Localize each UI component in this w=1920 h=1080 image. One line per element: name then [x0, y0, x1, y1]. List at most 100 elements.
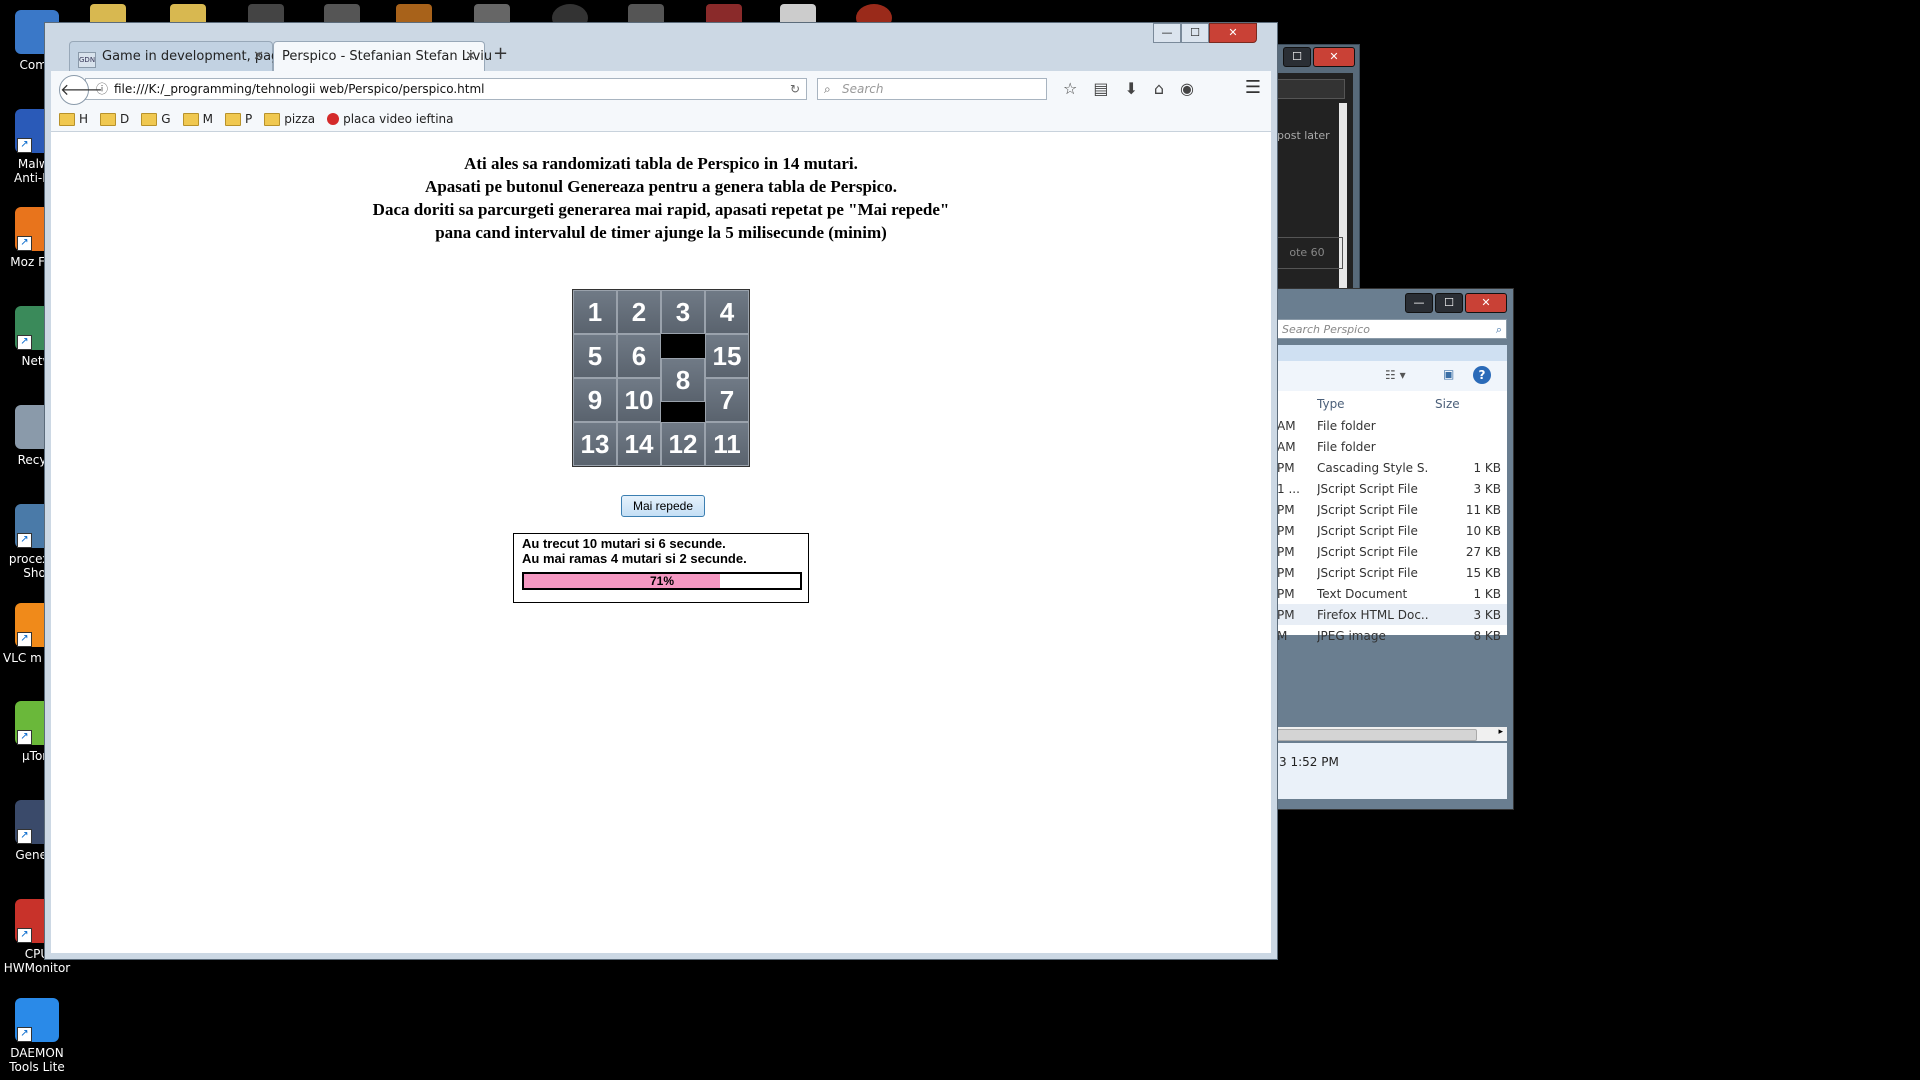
bookmark-label: M — [202, 112, 213, 126]
file-row[interactable]: 1 ... JScript Script File 3 KB — [1277, 478, 1507, 499]
faster-button[interactable]: Mai repede — [621, 495, 705, 517]
search-bar[interactable]: ⌕ Search — [817, 78, 1047, 100]
close-icon[interactable]: ✕ — [1209, 23, 1257, 43]
window-caption-buttons: — ☐ ✕ — [1153, 23, 1257, 43]
file-type: File folder — [1317, 419, 1376, 433]
partial-button[interactable]: ote 60 — [1271, 237, 1343, 269]
board-tile[interactable]: 15 — [705, 334, 749, 378]
tab-perspico[interactable]: Perspico - Stefanian Stefan Liviu ✕ — [273, 41, 492, 72]
bookmark-item[interactable]: D — [100, 112, 129, 126]
maximize-icon[interactable]: ☐ — [1283, 47, 1311, 67]
explorer-details-pane: 3 1:52 PM — [1277, 743, 1507, 799]
file-type: JScript Script File — [1317, 482, 1418, 496]
bookmark-item[interactable]: G — [141, 112, 171, 126]
file-row[interactable]: PM JScript Script File 10 KB — [1277, 520, 1507, 541]
minimize-icon[interactable]: — — [1405, 293, 1433, 313]
folder-icon — [264, 112, 281, 126]
board-tile[interactable]: 4 — [705, 290, 749, 334]
file-type: JScript Script File — [1317, 503, 1418, 517]
file-type: Text Document — [1317, 587, 1408, 601]
back-button[interactable]: 🡐 — [59, 75, 103, 105]
maximize-icon[interactable]: ☐ — [1181, 23, 1209, 43]
board-tile[interactable]: 5 — [573, 334, 617, 378]
column-header-type[interactable]: Type — [1317, 397, 1429, 411]
board-tile[interactable]: 11 — [705, 422, 749, 466]
tab-close-icon[interactable]: ✕ — [465, 42, 476, 72]
column-header-size[interactable]: Size — [1435, 397, 1460, 411]
partial-text: post later — [1277, 129, 1330, 142]
desktop-icon[interactable]: ↗ DAEMON Tools Lite — [2, 997, 72, 1074]
file-type: JScript Script File — [1317, 566, 1418, 580]
progress-percent-label: 71% — [649, 574, 675, 588]
file-size: 8 KB — [1473, 629, 1501, 643]
close-icon[interactable]: ✕ — [1313, 47, 1355, 67]
tab-game-in-development[interactable]: GDN Game in development, pag... ✕ — [69, 41, 292, 72]
bookmark-star-icon[interactable]: ☆ — [1063, 79, 1077, 98]
file-row[interactable]: PM Text Document 1 KB — [1277, 583, 1507, 604]
window-caption-buttons: — ☐ ✕ — [1405, 293, 1507, 313]
download-icon[interactable]: ⬇ — [1124, 79, 1137, 98]
shortcut-arrow-icon: ↗ — [17, 1026, 32, 1042]
file-row[interactable]: PM JScript Script File 11 KB — [1277, 499, 1507, 520]
board-tile[interactable]: 8 — [661, 358, 705, 403]
tab-strip: — ☐ ✕ GDN Game in development, pag... ✕ P… — [45, 23, 1277, 71]
window-caption-buttons: ☐ ✕ — [1283, 47, 1355, 67]
pocket-icon[interactable]: ◉ — [1180, 79, 1194, 98]
file-explorer-window[interactable]: — ☐ ✕ Search Perspico ⌕ ☷ ▾ ▣ ? Type Siz… — [1272, 288, 1514, 810]
close-icon[interactable]: ✕ — [1465, 293, 1507, 313]
bookmark-label: D — [120, 112, 130, 126]
file-row[interactable]: AM File folder — [1277, 415, 1507, 436]
instruction-line: Apasati pe butonul Genereaza pentru a ge… — [425, 177, 897, 196]
board-tile[interactable]: 1 — [573, 290, 617, 334]
bookmark-item[interactable]: H — [59, 112, 88, 126]
board-tile[interactable]: 9 — [573, 378, 617, 422]
file-date-modified: PM — [1277, 545, 1295, 559]
horizontal-scrollbar[interactable]: ▸ — [1277, 727, 1507, 741]
shortcut-arrow-icon: ↗ — [17, 829, 32, 845]
maximize-icon[interactable]: ☐ — [1435, 293, 1463, 313]
explorer-search-input[interactable]: Search Perspico ⌕ — [1277, 319, 1507, 339]
home-icon[interactable]: ⌂ — [1154, 79, 1164, 98]
bookmark-item[interactable]: pizza — [264, 112, 315, 126]
reload-icon[interactable]: ↻ — [790, 79, 800, 99]
board-tile[interactable]: 14 — [617, 422, 661, 466]
board-tile[interactable]: 3 — [661, 290, 705, 334]
scroll-right-icon[interactable]: ▸ — [1498, 727, 1503, 737]
folder-icon — [100, 112, 117, 126]
file-row[interactable]: PM JScript Script File 15 KB — [1277, 562, 1507, 583]
board-tile[interactable]: 6 — [617, 334, 661, 378]
minimize-icon[interactable]: — — [1153, 23, 1181, 43]
bookmark-item[interactable]: M — [182, 112, 213, 126]
new-tab-icon[interactable]: + — [493, 43, 508, 64]
preview-pane-icon[interactable]: ▣ — [1443, 367, 1454, 381]
file-row[interactable]: PM Cascading Style S... 1 KB — [1277, 457, 1507, 478]
bookmark-item[interactable]: placa video ieftina — [327, 112, 454, 126]
file-type: Firefox HTML Doc... — [1317, 608, 1429, 622]
bookmarks-toolbar: H D G M Ppizza placa video ieftina — [51, 107, 1271, 132]
board-tile[interactable]: 2 — [617, 290, 661, 334]
url-bar[interactable]: ⓘ file:///K:/_programming/tehnologii web… — [85, 78, 807, 100]
board-tile[interactable]: 12 — [661, 422, 705, 466]
search-icon[interactable]: ⌕ — [1496, 320, 1502, 340]
board-tile[interactable]: 7 — [705, 378, 749, 422]
folder-icon — [224, 112, 241, 126]
reading-list-icon[interactable]: ▤ — [1093, 79, 1108, 98]
file-row[interactable]: AM File folder — [1277, 436, 1507, 457]
board-tile[interactable]: 10 — [617, 378, 661, 422]
board-tile[interactable]: 13 — [573, 422, 617, 466]
view-options-icon[interactable]: ☷ ▾ — [1385, 368, 1406, 382]
file-date-modified: PM — [1277, 608, 1295, 622]
file-row[interactable]: PM JScript Script File 27 KB — [1277, 541, 1507, 562]
instructions-text: Ati ales sa randomizati tabla de Perspic… — [51, 152, 1271, 244]
browser-window[interactable]: — ☐ ✕ GDN Game in development, pag... ✕ P… — [44, 22, 1278, 960]
bookmark-item[interactable]: P — [224, 112, 252, 126]
scrollbar-thumb[interactable] — [1277, 729, 1477, 741]
navigation-toolbar: ⓘ file:///K:/_programming/tehnologii web… — [51, 71, 1271, 107]
help-icon[interactable]: ? — [1473, 366, 1491, 384]
file-row[interactable]: M JPEG image 8 KB — [1277, 625, 1507, 646]
menu-hamburger-icon[interactable]: ☰ — [1245, 77, 1261, 98]
explorer-titlebar[interactable]: — ☐ ✕ — [1273, 289, 1513, 317]
file-rows: AM File folder AM File folder PM Cascading St… — [1277, 415, 1507, 646]
file-row[interactable]: PM Firefox HTML Doc... 3 KB — [1277, 604, 1507, 625]
tab-close-icon[interactable]: ✕ — [253, 42, 264, 72]
